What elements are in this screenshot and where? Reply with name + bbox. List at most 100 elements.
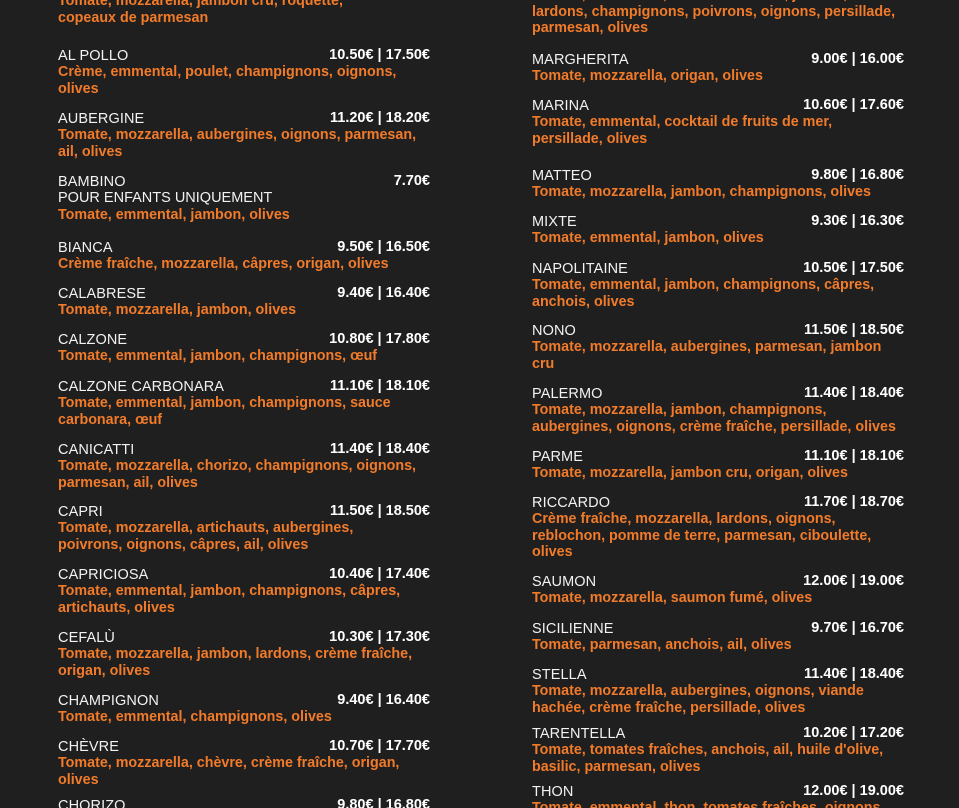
- pizza-name: AL POLLO: [58, 48, 129, 64]
- menu-item-header: CHÈVRE 10.70€ | 17.70€: [58, 738, 430, 755]
- pizza-ingredients: Tomate, mozzarella, saumon fumé, olives: [532, 590, 904, 607]
- pizza-ingredients: Tomate, emmental, jambon, champignons, s…: [58, 395, 430, 428]
- ingredients-line: ail, olives: [58, 143, 123, 160]
- pizza-ingredients: Tomate, mozzarella, jambon cru, origan, …: [532, 465, 904, 482]
- pizza-price: 10.40€ | 17.40€: [329, 566, 430, 582]
- pizza-price: 11.70€ | 18.70€: [803, 494, 904, 510]
- ingredients-line: olives: [58, 80, 99, 97]
- pizza-price: 10.20€ | 17.20€: [803, 725, 904, 741]
- pizza-price: 10.60€ | 17.60€: [803, 97, 904, 113]
- pizza-name: TARENTELLA: [532, 726, 626, 742]
- ingredients-line: Tomate, mozzarella, jambon, champignons,: [532, 402, 827, 418]
- menu-item-header: CHAMPIGNON 9.40€ | 16.40€: [58, 692, 430, 709]
- menu-item-header: RICCARDO 11.70€ | 18.70€: [532, 494, 904, 511]
- pizza-ingredients: Tomate, emmental, jambon, olives: [58, 207, 430, 224]
- menu-item: CEFALÙ 10.30€ | 17.30€ Tomate, mozzarella,…: [58, 629, 430, 679]
- pizza-name: PALERMO: [532, 386, 603, 402]
- menu-item: CHORIZO 9.80€ | 16.80€: [58, 797, 430, 808]
- pizza-price: 9.30€ | 16.30€: [811, 213, 904, 229]
- pizza-name: CHAMPIGNON: [58, 693, 159, 709]
- pizza-ingredients: Tomate, mozzarella, chorizo, champignons…: [58, 458, 430, 491]
- pizza-name: STELLA: [532, 667, 587, 683]
- menu-item-header: CALABRESE 9.40€ | 16.40€: [58, 285, 430, 302]
- pizza-price: 9.80€ | 16.80€: [337, 797, 430, 808]
- pizza-name: CALZONE: [58, 332, 128, 348]
- menu-item: RICCARDO 11.70€ | 18.70€ Crème fraîche, mo…: [532, 494, 904, 561]
- ingredients-line: Tomate, emmental, jambon, champignons, s…: [58, 395, 391, 411]
- menu-item-header: MARGHERITA 9.00€ | 16.00€: [532, 51, 904, 68]
- pizza-name: CALZONE CARBONARA: [58, 379, 225, 395]
- menu-item: MIXTE 9.30€ | 16.30€ Tomate, emmental, jam…: [532, 213, 904, 247]
- ingredients-line: basilic, parmesan, olives: [532, 758, 701, 775]
- menu-item: CAPRI 11.50€ | 18.50€ Tomate, mozzarella, …: [58, 503, 430, 553]
- ingredients-line: lardons, champignons, poivrons, oignons,…: [532, 3, 896, 20]
- ingredients-line: origan, olives: [58, 662, 151, 679]
- menu-item-header: PALERMO 11.40€ | 18.40€: [532, 385, 904, 402]
- menu-item: CALZONE CARBONARA 11.10€ | 18.10€ Tomate, …: [58, 378, 430, 428]
- pizza-price: 11.10€ | 18.10€: [329, 378, 430, 394]
- pizza-name: NONO: [532, 323, 576, 339]
- ingredients-line: Tomate, mozzarella, saumon fumé, olives: [532, 590, 813, 606]
- pizza-price: 12.00€ | 19.00€: [803, 573, 904, 589]
- ingredients-line: Tomate, mozzarella, aubergines, oignons,…: [532, 683, 864, 699]
- ingredients-line: Tomate, tomates fraîches, anchois, ail, …: [532, 742, 884, 758]
- menu-item-header: SAUMON 12.00€ | 19.00€: [532, 573, 904, 590]
- menu-item-header: BIANCA 9.50€ | 16.50€: [58, 239, 430, 256]
- ingredients-line: Tomate, emmental, jambon, champignons, c…: [532, 277, 875, 293]
- pizza-price: 11.40€ | 18.40€: [803, 666, 904, 682]
- ingredients-line: parmesan, ail, olives: [58, 474, 198, 491]
- menu-item: MARGHERITA 9.00€ | 16.00€ Tomate, mozzarel…: [532, 51, 904, 85]
- pizza-ingredients: Tomate, emmental, champignons, olives: [58, 709, 430, 726]
- pizza-price: 9.80€ | 16.80€: [811, 167, 904, 183]
- pizza-name: CAPRI: [58, 504, 103, 520]
- pizza-price: 11.50€ | 18.50€: [329, 503, 430, 519]
- menu-item: CALABRESE 9.40€ | 16.40€ Tomate, mozzarell…: [58, 285, 430, 319]
- pizza-name: MATTEO: [532, 168, 592, 184]
- pizza-price: 7.70€: [393, 173, 430, 189]
- menu-item: THON 12.00€ | 19.00€ Tomate, emmental, tho…: [532, 783, 904, 808]
- pizza-ingredients: Tomate, mozzarella, jambon cru, roquette…: [58, 0, 430, 26]
- ingredients-line: Tomate, mozzarella, jambon, champignons,…: [532, 184, 871, 200]
- menu-item: AUBERGINE 11.20€ | 18.20€ Tomate, mozzarel…: [58, 110, 430, 160]
- pizza-name: MARGHERITA: [532, 52, 629, 68]
- pizza-ingredients: Tomate, mozzarella, aubergines, parmesan…: [532, 339, 904, 372]
- ingredients-line: Crème fraîche, mozzarella, câpres, origa…: [58, 256, 389, 272]
- pizza-ingredients: Tomate, emmental, thon, tomates fraîches…: [532, 800, 904, 808]
- ingredients-line: cru: [532, 355, 555, 372]
- menu-item: TARENTELLA 10.20€ | 17.20€ Tomate, tomates…: [532, 725, 904, 775]
- pizza-price: 9.70€ | 16.70€: [811, 620, 904, 636]
- ingredients-line: olives: [58, 771, 99, 788]
- pizza-price: 9.40€ | 16.40€: [337, 285, 430, 301]
- menu-item-header: CHORIZO 9.80€ | 16.80€: [58, 797, 430, 808]
- pizza-name: NAPOLITAINE: [532, 261, 628, 277]
- menu-item: CALZONE 10.80€ | 17.80€ Tomate, emmental, …: [58, 331, 430, 365]
- ingredients-line: Tomate, mozzarella, jambon cru, origan, …: [532, 465, 848, 481]
- menu-column-right: Tomate, mozzarella, tomates fraîches, ja…: [532, 0, 904, 808]
- menu-item: BAMBINO 7.70€ POUR ENFANTS UNIQUEMENT Tomat…: [58, 173, 430, 224]
- pizza-ingredients: Crème fraîche, mozzarella, câpres, origa…: [58, 256, 430, 273]
- menu-item-header: AL POLLO 10.50€ | 17.50€: [58, 47, 430, 64]
- pizza-name: CEFALÙ: [58, 630, 116, 646]
- pizza-ingredients: Tomate, mozzarella, aubergines, oignons,…: [58, 127, 430, 160]
- ingredients-line: Tomate, mozzarella, chèvre, crème fraîch…: [58, 755, 400, 771]
- pizza-note: POUR ENFANTS UNIQUEMENT: [58, 190, 273, 206]
- menu-item-header: BAMBINO 7.70€: [58, 173, 430, 190]
- ingredients-line: Tomate, mozzarella, artichauts, aubergin…: [58, 520, 354, 536]
- pizza-ingredients: Tomate, mozzarella, jambon, lardons, crè…: [58, 646, 430, 679]
- pizza-price: 10.70€ | 17.70€: [329, 738, 430, 754]
- ingredients-line: poivrons, oignons, câpres, ail, olives: [58, 536, 309, 553]
- ingredients-line: aubergines, oignons, crème fraîche, pers…: [532, 418, 896, 435]
- ingredients-line: artichauts, olives: [58, 599, 175, 616]
- pizza-ingredients: Tomate, emmental, jambon, champignons, œ…: [58, 348, 430, 365]
- pizza-name: CANICATTI: [58, 442, 135, 458]
- menu-item-header: MARINA 10.60€ | 17.60€: [532, 97, 904, 114]
- menu-item: Tomate, mozzarella, tomates fraîches, ja…: [532, 0, 904, 37]
- pizza-name: CAPRICIOSA: [58, 567, 149, 583]
- pizza-price: 11.40€ | 18.40€: [329, 441, 430, 457]
- ingredients-line: Crème, emmental, poulet, champignons, oi…: [58, 64, 397, 80]
- pizza-price: 9.00€ | 16.00€: [811, 51, 904, 67]
- menu-item: AL POLLO 10.50€ | 17.50€ Crème, emmental, …: [58, 47, 430, 97]
- ingredients-line: Tomate, mozzarella, jambon, lardons, crè…: [58, 646, 413, 662]
- ingredients-line: Tomate, emmental, jambon, olives: [532, 230, 764, 246]
- menu-item-header: STELLA 11.40€ | 18.40€: [532, 666, 904, 683]
